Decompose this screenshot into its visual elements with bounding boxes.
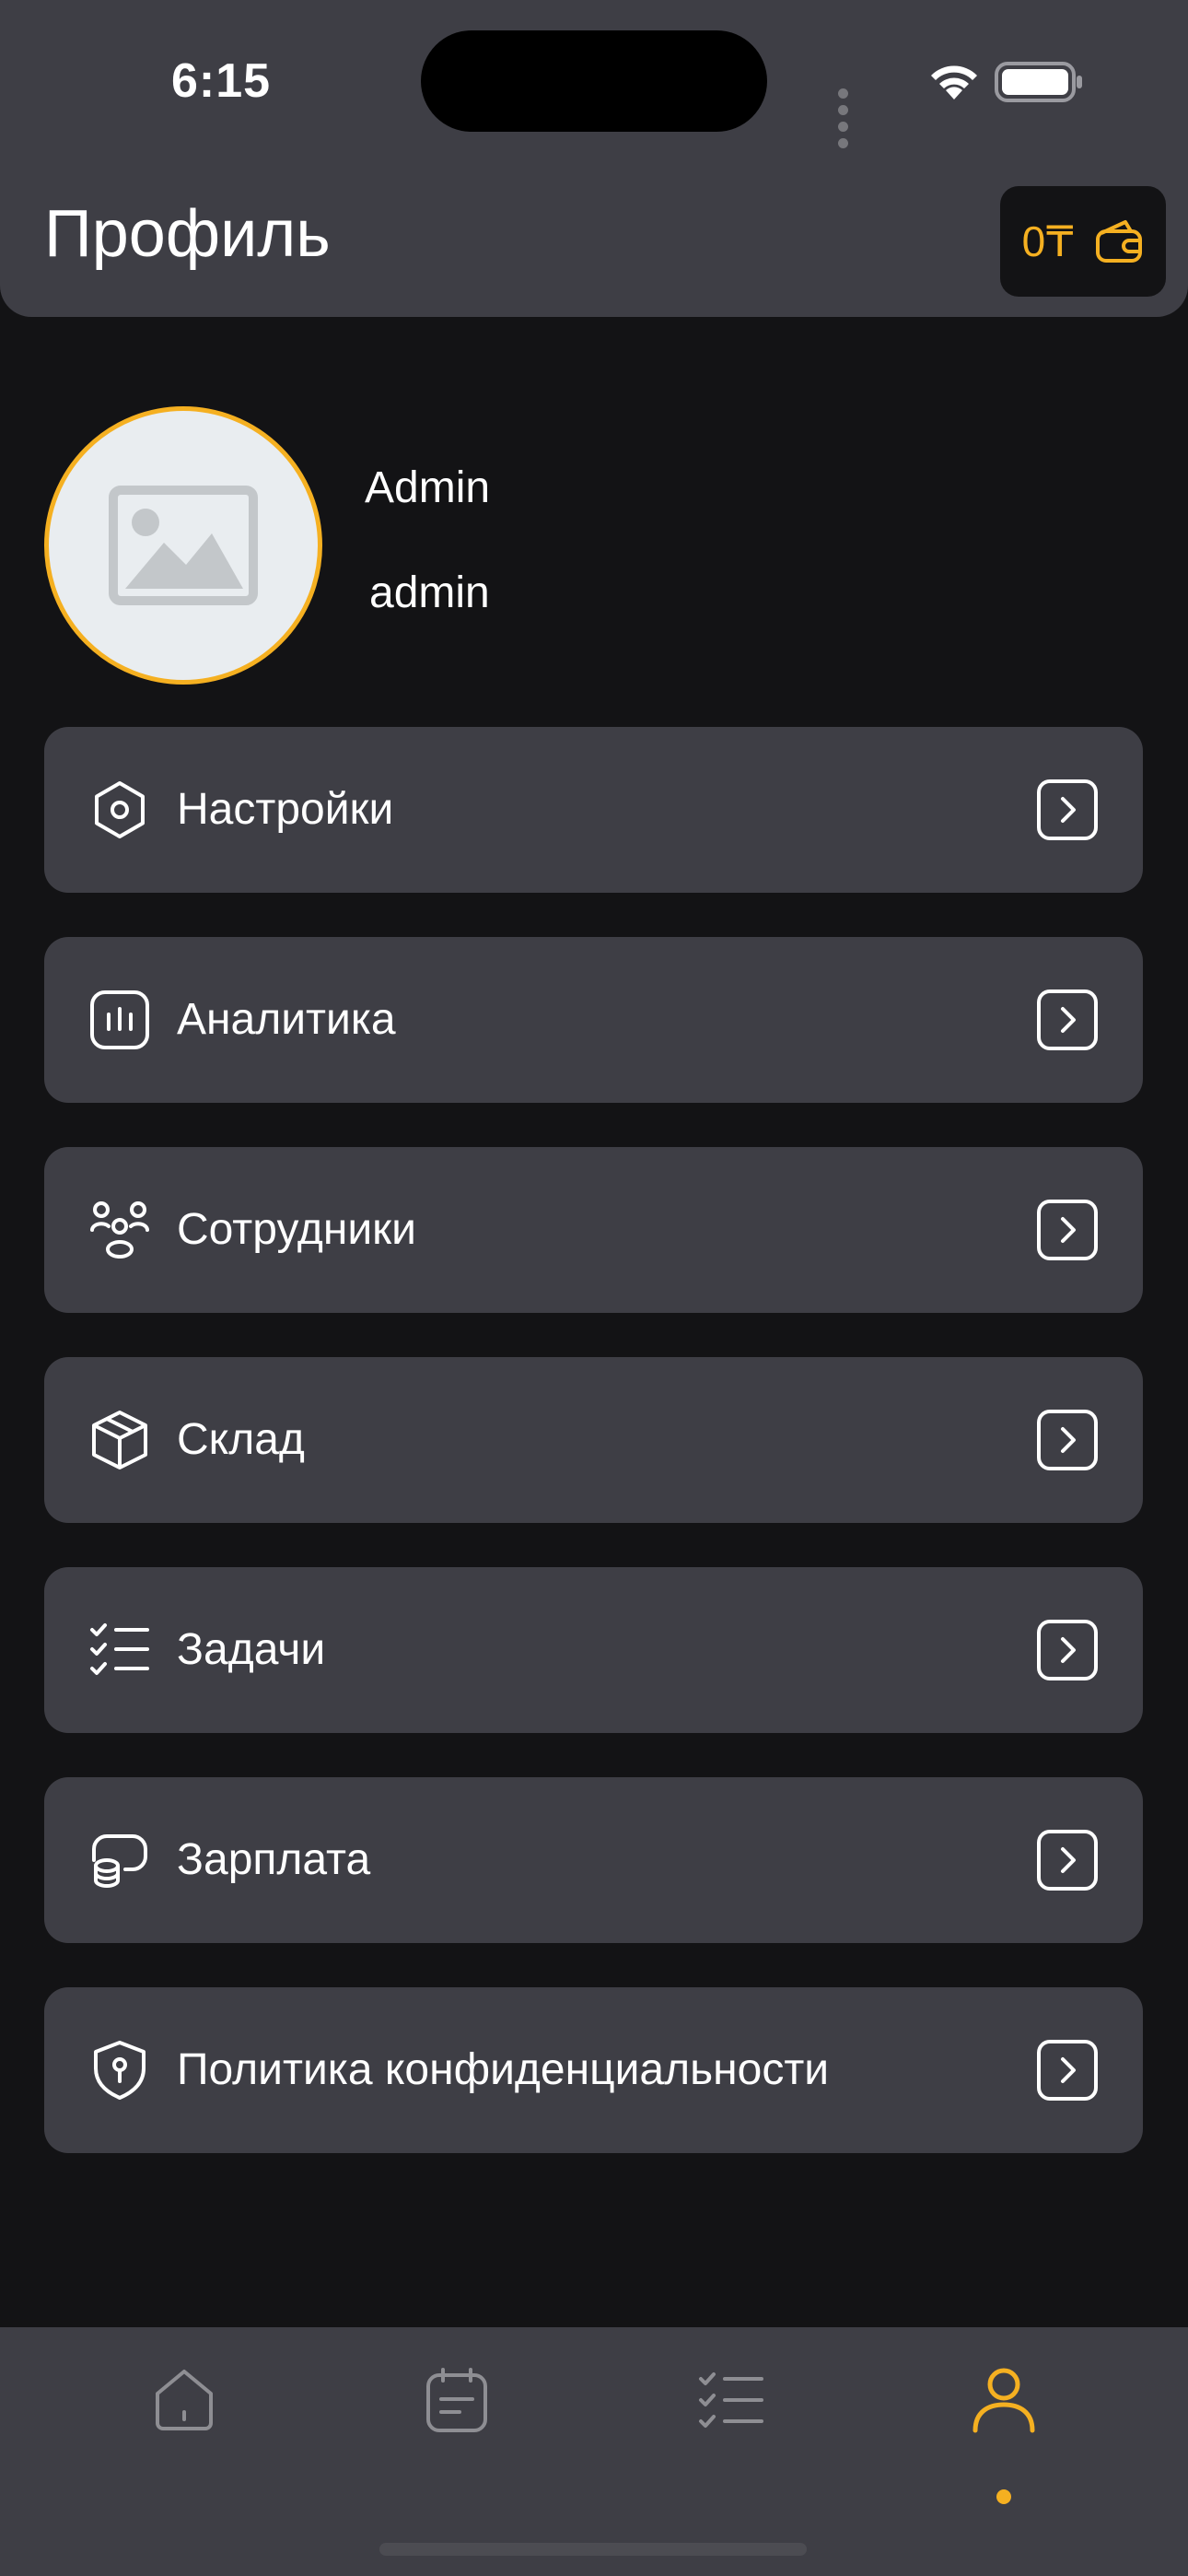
task-list-icon: [90, 1623, 149, 1675]
status-time: 6:15: [171, 54, 272, 108]
menu-item-label: Настройки: [177, 785, 394, 834]
menu-item-label: Склад: [177, 1415, 305, 1464]
employees-icon: [90, 1201, 149, 1259]
chevron-right-icon: [1037, 1830, 1098, 1891]
analytics-icon: [90, 990, 149, 1049]
tab-tasks[interactable]: [671, 2366, 791, 2486]
task-list-icon: [699, 2372, 763, 2428]
menu-item-privacy-policy[interactable]: Политика конфиденциальности: [44, 1987, 1143, 2153]
header: 6:15 Профиль 0₸: [0, 0, 1188, 317]
profile-login: admin: [369, 568, 490, 617]
menu-item-analytics[interactable]: Аналитика: [44, 937, 1143, 1103]
active-tab-indicator: [996, 2489, 1011, 2504]
menu-item-label: Зарплата: [177, 1835, 371, 1884]
menu-item-label: Сотрудники: [177, 1205, 416, 1254]
menu-item-warehouse[interactable]: Склад: [44, 1357, 1143, 1523]
cellular-signal-icon: [838, 87, 856, 153]
wallet-balance: 0₸: [1021, 217, 1075, 265]
avatar[interactable]: [44, 406, 322, 685]
wallet-button[interactable]: 0₸: [1000, 186, 1166, 297]
menu-item-label: Аналитика: [177, 995, 396, 1044]
menu-item-tasks[interactable]: Задачи: [44, 1567, 1143, 1733]
tab-calendar[interactable]: [397, 2366, 517, 2486]
settings-hexagon-icon: [95, 781, 145, 838]
home-icon: [156, 2370, 213, 2430]
dynamic-island: [421, 30, 767, 132]
battery-icon: [995, 62, 1082, 102]
tab-profile[interactable]: [944, 2366, 1064, 2504]
shield-icon: [94, 2041, 146, 2100]
wifi-icon: [931, 65, 977, 100]
menu-item-employees[interactable]: Сотрудники: [44, 1147, 1143, 1313]
page-title: Профиль: [44, 197, 331, 271]
menu-item-salary[interactable]: Зарплата: [44, 1777, 1143, 1943]
chevron-right-icon: [1037, 989, 1098, 1050]
tab-home[interactable]: [124, 2366, 244, 2486]
chevron-right-icon: [1037, 1200, 1098, 1260]
image-placeholder-icon: [109, 486, 258, 605]
chevron-right-icon: [1037, 1410, 1098, 1470]
box-icon: [92, 1411, 147, 1469]
home-indicator: [379, 2543, 807, 2556]
menu-item-settings[interactable]: Настройки: [44, 727, 1143, 893]
chevron-right-icon: [1037, 2040, 1098, 2101]
menu-item-label: Политика конфиденциальности: [177, 2045, 830, 2094]
profile-name: Admin: [365, 463, 491, 512]
tab-bar: [0, 2327, 1188, 2576]
profile-icon: [973, 2368, 1035, 2433]
calendar-notes-icon: [426, 2368, 487, 2432]
wallet-icon: [1096, 220, 1143, 263]
chevron-right-icon: [1037, 1620, 1098, 1680]
coins-icon: [92, 1834, 147, 1888]
chevron-right-icon: [1037, 779, 1098, 840]
menu-item-label: Задачи: [177, 1625, 326, 1674]
